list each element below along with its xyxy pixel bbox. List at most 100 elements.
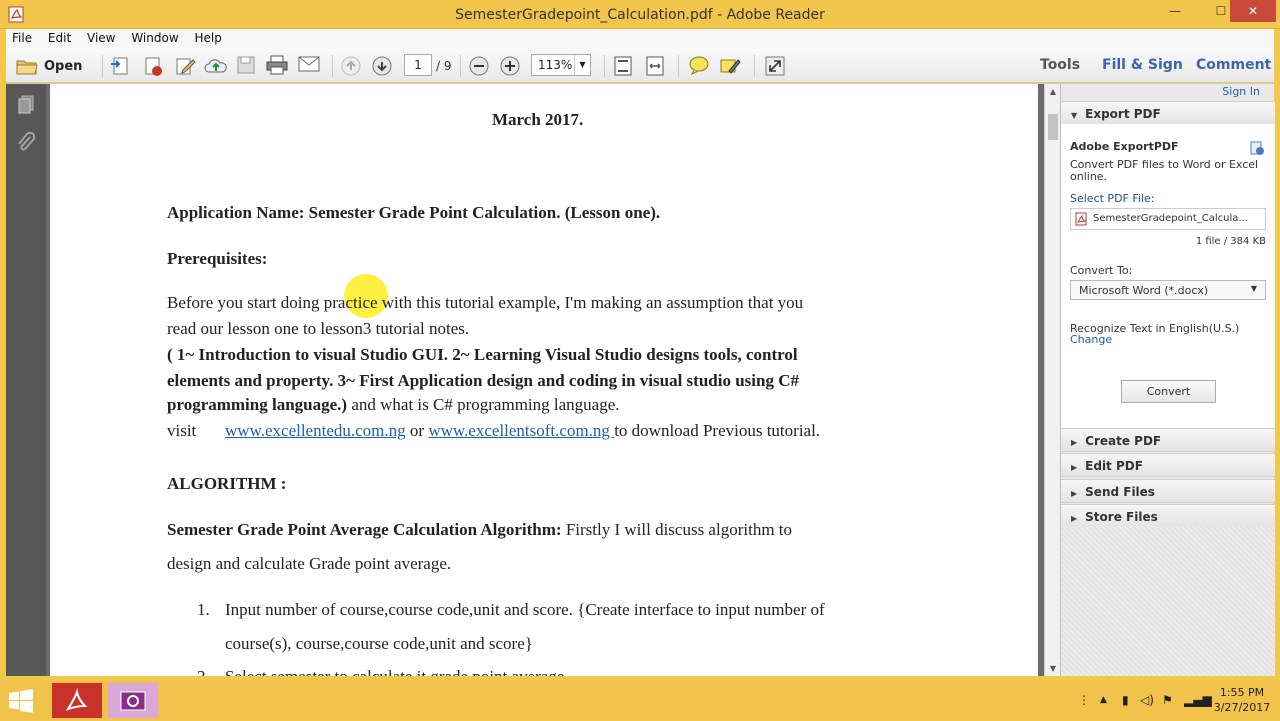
edit-button[interactable] [174,55,196,77]
page-number-input[interactable]: 1 [404,54,432,76]
doc-visit-line: www.excellentedu.com.ng or www.excellent… [225,421,820,441]
highlight-button[interactable] [719,55,741,77]
export-info-icon[interactable] [1249,140,1265,159]
menu-help[interactable]: Help [188,29,227,45]
doc-list-line: Input number of course,course code,unit … [225,600,825,619]
network-icon[interactable]: ▂▄▆ [1184,693,1212,707]
email-button[interactable] [298,55,320,77]
menu-window[interactable]: Window [125,29,184,45]
acrobat-icon [65,688,88,711]
scroll-up-icon[interactable]: ▲ [1045,87,1061,96]
printer-icon [266,55,288,75]
fit-page-button[interactable] [612,55,634,77]
open-button[interactable]: Open [16,55,86,77]
adobe-reader-window: SemesterGradepoint_Calculation.pdf - Ado… [0,0,1280,720]
close-button[interactable]: ✕ [1230,0,1276,22]
select-pdf-label: Select PDF File: [1070,192,1155,205]
next-page-button[interactable] [371,55,393,77]
pdf-icon [145,57,162,76]
volume-icon[interactable]: ◁) [1140,693,1154,707]
plus-circle-icon [500,56,520,76]
cloud-upload-icon [204,59,227,73]
scrollbar-thumb[interactable] [1048,114,1058,140]
doc-algo-bold: Semester Grade Point Average Calculation… [167,520,562,539]
fit-width-button[interactable] [644,55,666,77]
sticky-note-button[interactable] [688,55,710,77]
doc-visit-tail: to download Previous tutorial. [614,421,821,440]
clock-time: 1:55 PM [1219,686,1265,699]
save-button[interactable] [236,55,256,77]
show-hidden-icons[interactable]: ▲ [1100,695,1107,705]
fit-width-icon [646,56,664,76]
doc-normal-span: and what is C# programming language. [347,395,620,414]
panel-empty-area [1061,526,1275,676]
export-description-2: online. [1070,170,1108,183]
change-link[interactable]: Change [1070,333,1112,346]
triangle-right-icon: ▶ [1071,463,1078,472]
create-pdf-button[interactable] [142,55,164,77]
menu-view[interactable]: View [81,29,121,45]
battery-icon[interactable]: ▮ [1122,693,1129,707]
chevron-down-icon[interactable]: ▼ [574,55,590,75]
arrow-down-icon [372,56,392,76]
tab-fill-sign[interactable]: Fill & Sign [1102,57,1183,73]
link-excellentsoft[interactable]: www.excellentsoft.com.ng [428,421,614,440]
send-files-section-header[interactable]: ▶ Send Files [1061,479,1275,503]
folder-icon [16,60,38,75]
taskbar: ⋮ ▲ ▮ ◁) ⚑ ▂▄▆ 1:55 PM 3/27/2017 [0,681,1280,720]
start-button[interactable] [8,689,34,716]
windows-logo-icon [9,689,33,713]
doc-algo-rest: Firstly I will discuss algorithm to [561,520,793,539]
selected-file-box[interactable]: SemesterGradepoint_Calcula... [1070,208,1266,230]
create-pdf-tool-button[interactable] [110,55,132,77]
menu-file[interactable]: File [6,29,38,45]
document-view[interactable]: March 2017. Application Name: Semester G… [46,84,1044,676]
zoom-out-button[interactable] [468,55,490,77]
page-thumbnails-button[interactable] [16,94,36,117]
format-value: Microsoft Word (*.docx) [1079,284,1209,297]
tab-comment[interactable]: Comment [1196,57,1271,73]
doc-paragraph-line: read our lesson one to lesson3 tutorial … [167,319,470,338]
pdf-file-icon [1075,212,1087,229]
full-screen-button[interactable] [764,55,786,77]
format-select[interactable]: Microsoft Word (*.docx) ▼ [1070,280,1266,300]
file-info: 1 file / 384 KB [1195,236,1266,247]
attachments-button[interactable] [16,131,36,157]
adobe-exportpdf-title: Adobe ExportPDF [1070,140,1179,153]
store-files-section-header[interactable]: ▶ Store Files [1061,504,1275,528]
doc-list-number: 2. [197,667,210,676]
doc-list-number: 1. [197,600,210,619]
window-title: SemesterGradepoint_Calculation.pdf - Ado… [455,7,825,23]
clock-date: 3/27/2017 [1213,701,1271,714]
create-pdf-section-header[interactable]: ▶ Create PDF [1061,428,1275,452]
tools-panel: Sign In ▼ Export PDF Adobe ExportPDF Conv… [1060,84,1275,676]
edit-pdf-section-header[interactable]: ▶ Edit PDF [1061,453,1275,477]
doc-algo-line2: design and calculate Grade point average… [167,554,452,573]
speech-bubble-icon [689,56,709,75]
menu-edit[interactable]: Edit [42,29,77,45]
zoom-select[interactable]: 113% ▼ [531,54,591,76]
export-pdf-section-header[interactable]: ▼ Export PDF [1061,101,1275,125]
sign-in-link[interactable]: Sign In [1222,85,1260,98]
vertical-scrollbar[interactable]: ▲ ▼ [1044,84,1060,676]
flag-icon[interactable]: ⚑ [1162,693,1173,707]
navigation-pane [6,84,46,676]
system-clock[interactable]: 1:55 PM 3/27/2017 [1212,685,1272,715]
envelope-icon [298,56,320,72]
upload-button[interactable] [204,55,228,77]
scroll-down-icon[interactable]: ▼ [1045,664,1061,673]
tab-tools[interactable]: Tools [1040,57,1080,73]
minimize-button[interactable]: — [1158,0,1192,22]
triangle-right-icon: ▶ [1071,438,1078,447]
taskbar-adobe-reader[interactable] [52,683,102,718]
print-button[interactable] [266,55,288,77]
link-excellentedu[interactable]: www.excellentedu.com.ng [225,421,406,440]
doc-application-name: Application Name: Semester Grade Point C… [167,203,661,222]
zoom-in-button[interactable] [499,55,521,77]
menu-bar: File Edit View Window Help [6,29,1274,49]
previous-page-button[interactable] [340,55,362,77]
taskbar-camera-app[interactable] [108,683,158,718]
convert-button[interactable]: Convert [1121,380,1216,403]
doc-mixed-line: programming language.) and what is C# pr… [167,395,620,415]
floppy-save-icon [237,56,255,74]
